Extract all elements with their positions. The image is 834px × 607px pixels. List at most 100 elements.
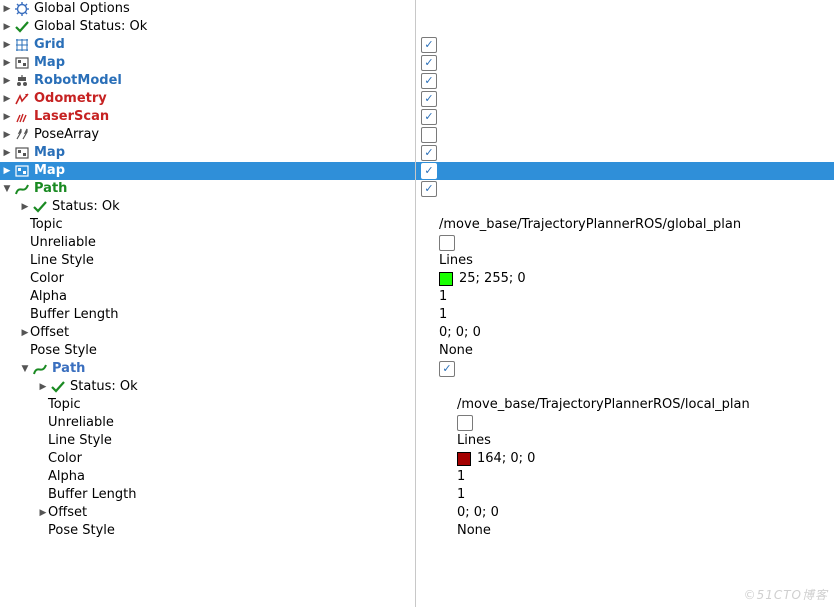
- tree-row-value-cell[interactable]: ✓: [417, 72, 834, 90]
- enable-checkbox[interactable]: ✓: [421, 109, 437, 125]
- property-value[interactable]: 0; 0; 0: [457, 504, 499, 522]
- tree-row[interactable]: ▶Topic/move_base/TrajectoryPlannerROS/lo…: [0, 396, 834, 414]
- tree-row-value-cell[interactable]: ✓: [417, 162, 834, 180]
- tree-row-value-cell[interactable]: 1: [435, 288, 834, 306]
- tree-row-value-cell[interactable]: [453, 414, 834, 432]
- tree-row-value-cell[interactable]: 1: [435, 306, 834, 324]
- enable-checkbox[interactable]: ✓: [421, 145, 437, 161]
- tree-row[interactable]: ▶Map✓: [0, 144, 834, 162]
- property-value[interactable]: /move_base/TrajectoryPlannerROS/local_pl…: [457, 396, 750, 414]
- tree-row-value-cell[interactable]: Lines: [435, 252, 834, 270]
- property-value[interactable]: 164; 0; 0: [477, 450, 535, 468]
- tree-row-value-cell[interactable]: ✓: [417, 180, 834, 198]
- tree-row-value-cell[interactable]: [417, 126, 834, 144]
- property-value[interactable]: Lines: [439, 252, 473, 270]
- tree-row-value-cell[interactable]: [417, 0, 834, 18]
- tree-expand-icon[interactable]: ▶: [2, 18, 12, 36]
- property-value[interactable]: /move_base/TrajectoryPlannerROS/global_p…: [439, 216, 741, 234]
- tree-row[interactable]: ▶Color25; 255; 0: [0, 270, 834, 288]
- property-value[interactable]: 1: [439, 306, 447, 324]
- tree-expand-icon[interactable]: ▶: [2, 90, 12, 108]
- tree-expand-icon[interactable]: ▶: [38, 378, 48, 396]
- tree-expand-icon[interactable]: ▶: [2, 108, 12, 126]
- tree-row[interactable]: ▶Alpha1: [0, 288, 834, 306]
- tree-expand-icon[interactable]: ▶: [38, 504, 48, 522]
- tree-row-value-cell[interactable]: ✓: [417, 90, 834, 108]
- tree-row-value-cell[interactable]: 25; 255; 0: [435, 270, 834, 288]
- tree-row[interactable]: ▶Map✓: [0, 54, 834, 72]
- tree-row[interactable]: ▶Status: Ok: [0, 378, 834, 396]
- tree-expand-icon[interactable]: ▶: [2, 72, 12, 90]
- enable-checkbox[interactable]: ✓: [421, 181, 437, 197]
- tree-row[interactable]: ▶Line StyleLines: [0, 432, 834, 450]
- tree-row[interactable]: ▶Alpha1: [0, 468, 834, 486]
- tree-row-value-cell[interactable]: ✓: [417, 108, 834, 126]
- enable-checkbox[interactable]: [421, 127, 437, 143]
- tree-row[interactable]: ▶Unreliable: [0, 234, 834, 252]
- enable-checkbox[interactable]: ✓: [421, 163, 437, 179]
- tree-expand-icon[interactable]: ▶: [2, 36, 12, 54]
- property-value[interactable]: 1: [439, 288, 447, 306]
- tree-row[interactable]: ▶Color164; 0; 0: [0, 450, 834, 468]
- property-value[interactable]: 0; 0; 0: [439, 324, 481, 342]
- tree-expand-icon[interactable]: ▶: [2, 162, 12, 180]
- tree-row[interactable]: ▶Global Status: Ok: [0, 18, 834, 36]
- tree-row-value-cell[interactable]: ✓: [417, 36, 834, 54]
- tree-row-value-cell[interactable]: 0; 0; 0: [453, 504, 834, 522]
- tree-expand-icon[interactable]: ▶: [20, 324, 30, 342]
- enable-checkbox[interactable]: ✓: [421, 91, 437, 107]
- tree-row-value-cell[interactable]: ✓: [417, 54, 834, 72]
- tree-row[interactable]: ▶RobotModel✓: [0, 72, 834, 90]
- tree-row-value-cell[interactable]: /move_base/TrajectoryPlannerROS/local_pl…: [453, 396, 834, 414]
- tree-expand-icon[interactable]: ▶: [2, 54, 12, 72]
- tree-row[interactable]: ▶Global Options: [0, 0, 834, 18]
- tree-row[interactable]: ▶Pose StyleNone: [0, 522, 834, 540]
- property-value[interactable]: None: [439, 342, 473, 360]
- tree-collapse-icon[interactable]: ▼: [20, 360, 30, 378]
- tree-row[interactable]: ▶Status: Ok: [0, 198, 834, 216]
- tree-row-value-cell[interactable]: 1: [453, 468, 834, 486]
- tree-row[interactable]: ▶LaserScan✓: [0, 108, 834, 126]
- tree-row[interactable]: ▶Unreliable: [0, 414, 834, 432]
- tree-collapse-icon[interactable]: ▼: [2, 180, 12, 198]
- tree-row-value-cell[interactable]: [453, 378, 834, 396]
- tree-expand-icon[interactable]: ▶: [20, 198, 30, 216]
- tree-row[interactable]: ▶Pose StyleNone: [0, 342, 834, 360]
- property-value[interactable]: 25; 255; 0: [459, 270, 526, 288]
- tree-row-value-cell[interactable]: [417, 18, 834, 36]
- tree-row[interactable]: ▶Offset0; 0; 0: [0, 504, 834, 522]
- tree-row-value-cell[interactable]: None: [453, 522, 834, 540]
- column-divider[interactable]: [415, 0, 416, 607]
- tree-row[interactable]: ▶Offset0; 0; 0: [0, 324, 834, 342]
- tree-expand-icon[interactable]: ▶: [2, 0, 12, 18]
- tree-row-value-cell[interactable]: 1: [453, 486, 834, 504]
- tree-row[interactable]: ▶Topic/move_base/TrajectoryPlannerROS/gl…: [0, 216, 834, 234]
- tree-expand-icon[interactable]: ▶: [2, 144, 12, 162]
- tree-row[interactable]: ▶Map✓: [0, 162, 834, 180]
- tree-row-value-cell[interactable]: [435, 234, 834, 252]
- property-value[interactable]: 1: [457, 486, 465, 504]
- tree-row-value-cell[interactable]: /move_base/TrajectoryPlannerROS/global_p…: [435, 216, 834, 234]
- tree-row[interactable]: ▶Grid✓: [0, 36, 834, 54]
- tree-expand-icon[interactable]: ▶: [2, 126, 12, 144]
- tree-row[interactable]: ▼Path✓: [0, 360, 834, 378]
- enable-checkbox[interactable]: [439, 235, 455, 251]
- tree-row-value-cell[interactable]: 164; 0; 0: [453, 450, 834, 468]
- property-value[interactable]: None: [457, 522, 491, 540]
- enable-checkbox[interactable]: ✓: [439, 361, 455, 377]
- property-value[interactable]: 1: [457, 468, 465, 486]
- tree-row[interactable]: ▶Buffer Length1: [0, 306, 834, 324]
- tree-row-value-cell[interactable]: [435, 198, 834, 216]
- tree-row-value-cell[interactable]: None: [435, 342, 834, 360]
- tree-row-value-cell[interactable]: ✓: [435, 360, 834, 378]
- enable-checkbox[interactable]: [457, 415, 473, 431]
- tree-row[interactable]: ▼Path✓: [0, 180, 834, 198]
- enable-checkbox[interactable]: ✓: [421, 55, 437, 71]
- color-swatch[interactable]: [457, 452, 471, 466]
- tree-row[interactable]: ▶Odometry✓: [0, 90, 834, 108]
- tree-row-value-cell[interactable]: Lines: [453, 432, 834, 450]
- property-value[interactable]: Lines: [457, 432, 491, 450]
- tree-row-value-cell[interactable]: 0; 0; 0: [435, 324, 834, 342]
- tree-row[interactable]: ▶Line StyleLines: [0, 252, 834, 270]
- color-swatch[interactable]: [439, 272, 453, 286]
